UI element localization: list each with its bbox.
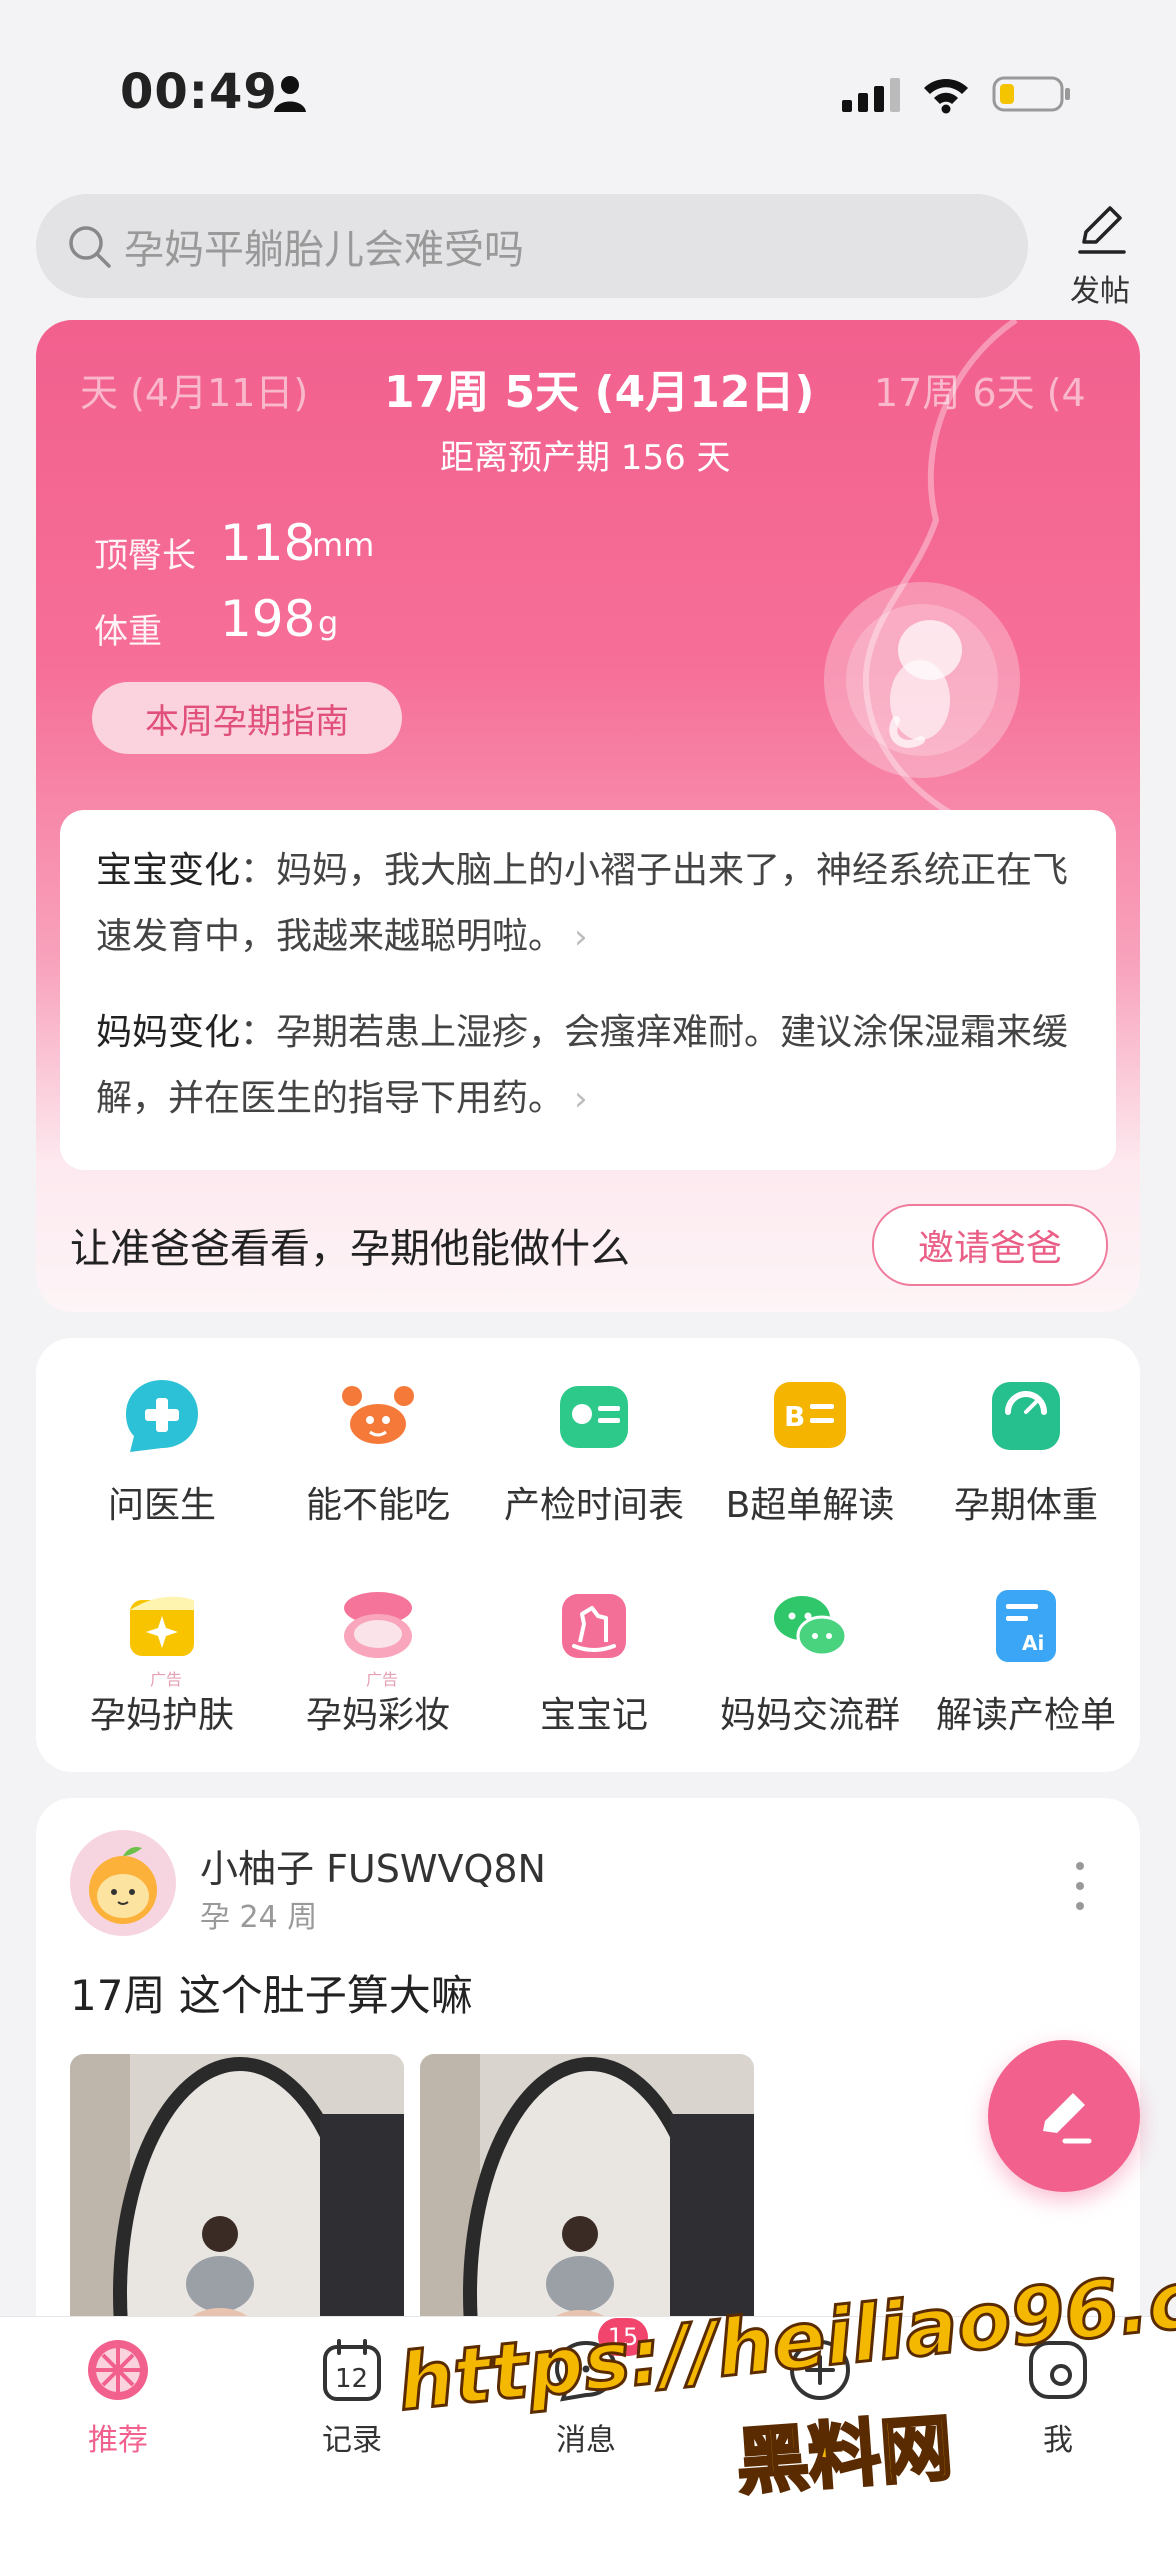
- tool-label: 孕妈彩妆: [305, 1695, 450, 1736]
- crab-icon: [342, 1386, 414, 1444]
- tool-makeup[interactable]: 广告 孕妈彩妆: [272, 1576, 484, 1756]
- tool-can-eat[interactable]: 能不能吃: [272, 1366, 484, 1546]
- post-label: 发帖: [1070, 274, 1130, 309]
- tool-checkup-schedule[interactable]: 产检时间表: [488, 1366, 700, 1546]
- crl-value: 118: [220, 514, 316, 572]
- makeup-compact-icon: [344, 1592, 412, 1658]
- svg-text:Ai: Ai: [1022, 1631, 1044, 1655]
- weight-value: 198: [220, 590, 316, 648]
- crl-unit: mm: [312, 526, 375, 564]
- svg-text:B: B: [784, 1400, 805, 1433]
- dad-prompt-text: 让准爸爸看看，孕期他能做什么: [70, 1226, 630, 1272]
- pencil-icon: [1043, 2093, 1092, 2144]
- doctor-chat-icon: [126, 1380, 198, 1452]
- grapefruit-avatar-icon: [89, 1847, 157, 1924]
- ultrasound-report-icon: B: [774, 1382, 846, 1448]
- tool-label: 问医生: [107, 1485, 216, 1526]
- tab-label: 消息: [556, 2423, 616, 2458]
- ad-label: 广告: [366, 1670, 399, 1689]
- ai-report-icon: Ai: [996, 1590, 1056, 1662]
- wifi-icon: [924, 79, 968, 114]
- chevron-right-icon: ›: [574, 1079, 588, 1119]
- tool-label: 产检时间表: [503, 1485, 684, 1526]
- pregnancy-card: 天 (4月11日) 17周 5天 (4月12日) 17周 6天 (4 距离预产期…: [36, 320, 1140, 1312]
- baby-change-item[interactable]: 宝宝变化：妈妈，我大脑上的小褶子出来了，神经系统正在飞速发育中，我越来越聪明啦。…: [96, 838, 1086, 970]
- tool-label: 宝宝记: [539, 1695, 648, 1736]
- more-vertical-icon[interactable]: [1072, 1858, 1088, 1914]
- tab-label: 我: [1043, 2423, 1073, 2458]
- tool-label: 能不能吃: [305, 1485, 450, 1526]
- status-time: 00:49: [120, 64, 278, 120]
- avatar[interactable]: [70, 1830, 176, 1936]
- tool-pregnancy-weight[interactable]: 孕期体重: [920, 1366, 1132, 1546]
- search-input[interactable]: 孕妈平躺胎儿会难受吗: [36, 194, 1028, 298]
- tab-recommend[interactable]: 推荐: [48, 2335, 188, 2459]
- rocking-horse-icon: [562, 1594, 626, 1658]
- tool-ask-doctor[interactable]: 问医生: [56, 1366, 268, 1546]
- person-icon: [274, 76, 306, 112]
- tool-label: 妈妈交流群: [719, 1695, 900, 1736]
- tool-label: B超单解读: [725, 1485, 895, 1526]
- post-title[interactable]: 17周 这个肚子算大嘛: [70, 1962, 473, 2023]
- pencil-icon: [1078, 206, 1126, 254]
- search-placeholder: 孕妈平躺胎儿会难受吗: [124, 227, 524, 273]
- battery-low-icon: [992, 76, 1070, 112]
- prev-day-tab[interactable]: 天 (4月11日): [80, 362, 308, 417]
- calendar-12-icon: 12: [323, 2339, 381, 2401]
- watermark-text: 黑料网: [732, 2404, 956, 2506]
- tool-ai-report[interactable]: Ai 解读产检单: [920, 1576, 1132, 1756]
- search-icon: [69, 226, 111, 268]
- checkup-schedule-icon: [560, 1386, 628, 1448]
- weight-unit: g: [318, 604, 339, 642]
- mom-change-item[interactable]: 妈妈变化：孕期若患上湿疹，会瘙痒难耐。建议涂保湿霜来缓解，并在医生的指导下用药。…: [96, 1000, 1086, 1132]
- crl-label: 顶臀长: [94, 536, 196, 576]
- post-button[interactable]: 发帖: [1060, 198, 1140, 309]
- tab-label: 推荐: [88, 2423, 148, 2458]
- compose-fab[interactable]: [988, 2040, 1140, 2192]
- wechat-group-icon: [774, 1596, 848, 1657]
- current-day-tab[interactable]: 17周 5天 (4月12日): [384, 356, 815, 420]
- username[interactable]: 小柚子 FUSWVQ8N: [200, 1838, 546, 1893]
- ad-label: 广告: [150, 1670, 183, 1689]
- changes-panel: 宝宝变化：妈妈，我大脑上的小褶子出来了，神经系统正在飞速发育中，我越来越聪明啦。…: [60, 810, 1116, 1170]
- next-day-tab[interactable]: 17周 6天 (4: [874, 362, 1086, 417]
- svg-text:12: 12: [335, 2364, 368, 2394]
- grapefruit-icon: [88, 2340, 148, 2400]
- tab-label: 记录: [322, 2423, 382, 2458]
- mom-change-key: 妈妈变化: [96, 1012, 241, 1053]
- tool-label: 孕妈护肤: [89, 1695, 234, 1736]
- weight-label: 体重: [94, 612, 162, 652]
- invite-dad-button[interactable]: 邀请爸爸: [872, 1204, 1108, 1286]
- due-date-countdown: 距离预产期 156 天: [440, 438, 731, 478]
- tool-baby-diary[interactable]: 宝宝记: [488, 1576, 700, 1756]
- tool-skincare[interactable]: 广告 孕妈护肤: [56, 1576, 268, 1756]
- cellular-signal-icon: [842, 78, 900, 112]
- skincare-icon: [130, 1596, 194, 1656]
- tool-mom-group[interactable]: 妈妈交流群: [704, 1576, 916, 1756]
- tools-grid: 问医生 能不能吃 产检时间表 B B超单解读 孕期体重 广告 孕妈护肤 广告 孕…: [36, 1338, 1140, 1772]
- tool-label: 解读产检单: [935, 1695, 1116, 1736]
- weight-scale-icon: [992, 1382, 1060, 1450]
- chevron-right-icon: ›: [574, 917, 588, 957]
- baby-change-key: 宝宝变化: [96, 850, 241, 891]
- weekly-guide-button[interactable]: 本周孕期指南: [92, 682, 402, 754]
- tool-label: 孕期体重: [953, 1485, 1098, 1526]
- user-pregnancy-week: 孕 24 周: [200, 1900, 318, 1935]
- tool-ultrasound-report[interactable]: B B超单解读: [704, 1366, 916, 1546]
